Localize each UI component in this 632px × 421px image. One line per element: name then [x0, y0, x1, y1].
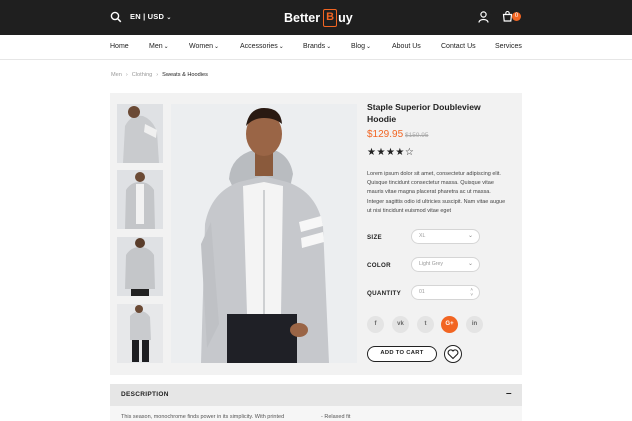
add-to-cart-button[interactable]: ADD TO CART	[367, 346, 437, 362]
color-select[interactable]: Light Grey ⌄	[411, 257, 480, 272]
main-nav: Home Men⌄ Women⌄ Accessories⌄ Brands⌄ Bl…	[0, 35, 632, 60]
breadcrumb-link-clothing[interactable]: Clothing	[132, 72, 153, 78]
product-photo-side	[117, 104, 163, 163]
nav-item-label: Women	[189, 43, 213, 50]
vk-share-button[interactable]: vk	[392, 316, 409, 333]
twitter-share-button[interactable]: t	[417, 316, 434, 333]
quantity-stepper[interactable]: 01 ˄ ˅	[411, 285, 480, 300]
description-text: This season, monochrome finds power in i…	[121, 414, 285, 420]
color-label: COLOR	[367, 262, 391, 269]
chevron-down-icon: ⌄	[166, 15, 172, 21]
star-filled-icon: ★	[395, 147, 405, 158]
chevron-down-icon: ⌄	[467, 233, 473, 239]
stepper-arrows-icon[interactable]: ˄ ˅	[470, 287, 473, 297]
color-value: Light Grey	[419, 261, 443, 267]
size-select[interactable]: XL ⌄	[411, 229, 480, 244]
breadcrumb-link-men[interactable]: Men	[111, 72, 122, 78]
logo-letter: B	[326, 11, 335, 23]
product-description: Lorem ipsum dolor sit amet, consectetur …	[367, 171, 506, 214]
facebook-icon: f	[374, 321, 377, 327]
logo-text-start: Better	[284, 11, 321, 25]
collapse-icon[interactable]: –	[506, 388, 512, 399]
nav-item-label: Services	[495, 43, 522, 50]
chevron-down-icon: ⌄	[366, 44, 372, 50]
nav-item-label: Brands	[303, 43, 326, 50]
product-photo-full	[117, 304, 163, 363]
top-bar: EN | USD ⌄ Better B uy 0	[0, 0, 632, 35]
google-plus-share-button[interactable]: G+	[441, 316, 458, 333]
chevron-down-icon: ⌄	[278, 44, 284, 50]
chevron-down-icon: ⌄	[467, 261, 473, 267]
product-title: Staple Superior Doubleview Hoodie	[367, 102, 481, 124]
linkedin-icon: in	[471, 321, 478, 327]
size-label: SIZE	[367, 234, 382, 241]
heart-icon	[447, 349, 459, 360]
nav-item-label: Contact Us	[441, 43, 476, 50]
star-filled-icon: ★	[376, 147, 386, 158]
product-price: $129.95	[367, 129, 404, 140]
product-photo-front	[117, 170, 163, 229]
description-label: DESCRIPTION	[121, 391, 169, 398]
rating-stars: ★★★★☆	[367, 147, 414, 158]
nav-item-about-us[interactable]: About Us	[392, 43, 421, 50]
nav-item-contact-us[interactable]: Contact Us	[441, 43, 476, 50]
quantity-label: QUANTITY	[367, 290, 402, 297]
star-filled-icon: ★	[385, 147, 396, 158]
hoodie-model-photo	[171, 104, 357, 363]
user-icon[interactable]	[478, 11, 489, 23]
size-value: XL	[419, 233, 426, 239]
facebook-share-button[interactable]: f	[367, 316, 384, 333]
cart-count-badge: 0	[512, 12, 521, 21]
wishlist-button[interactable]	[444, 345, 462, 363]
nav-item-label: Men	[149, 43, 163, 50]
twitter-icon: t	[424, 321, 427, 327]
logo[interactable]: Better B uy	[284, 8, 353, 28]
vk-icon: vk	[397, 321, 404, 327]
nav-item-label: Accessories	[240, 43, 278, 50]
nav-item-services[interactable]: Services	[495, 43, 522, 50]
star-empty-icon: ☆	[404, 147, 415, 158]
linkedin-share-button[interactable]: in	[466, 316, 483, 333]
breadcrumb-separator-icon: ›	[125, 72, 128, 78]
product-thumbnail-4[interactable]	[117, 304, 163, 363]
quantity-value: 01	[419, 289, 425, 295]
nav-item-brands[interactable]: Brands⌄	[303, 43, 331, 50]
nav-item-label: About Us	[392, 43, 421, 50]
breadcrumb-current: Sweats & Hoodies	[162, 72, 208, 78]
nav-item-accessories[interactable]: Accessories⌄	[240, 43, 284, 50]
nav-item-men[interactable]: Men⌄	[149, 43, 169, 50]
nav-item-women[interactable]: Women⌄	[189, 43, 219, 50]
chevron-down-icon: ⌄	[214, 44, 220, 50]
description-feature-item: - Relaxed fit	[321, 414, 351, 420]
nav-item-home[interactable]: Home	[110, 43, 129, 50]
chevron-down-icon: ⌄	[163, 44, 169, 50]
chevron-down-icon: ⌄	[326, 44, 332, 50]
language-currency-selector[interactable]: EN | USD ⌄	[130, 12, 172, 21]
product-thumbnail-3[interactable]	[117, 237, 163, 296]
nav-item-label: Home	[110, 43, 129, 50]
google-plus-icon: G+	[445, 321, 454, 327]
product-main-image[interactable]	[171, 104, 357, 363]
language-currency-label: EN | USD	[130, 12, 165, 21]
breadcrumb: Men › Clothing › Sweats & Hoodies	[111, 72, 208, 78]
shopping-bag-logo-icon: B	[323, 9, 338, 27]
product-photo-back	[117, 237, 163, 296]
product-thumbnail-1[interactable]	[117, 104, 163, 163]
nav-item-label: Blog	[351, 43, 366, 50]
logo-text-end: uy	[338, 11, 353, 25]
search-icon[interactable]	[110, 11, 122, 23]
nav-item-blog[interactable]: Blog⌄	[351, 43, 371, 50]
product-thumbnail-2[interactable]	[117, 170, 163, 229]
breadcrumb-separator-icon: ›	[156, 72, 159, 78]
description-accordion-header[interactable]: DESCRIPTION –	[110, 384, 522, 406]
product-old-price: $159.95	[405, 132, 429, 139]
